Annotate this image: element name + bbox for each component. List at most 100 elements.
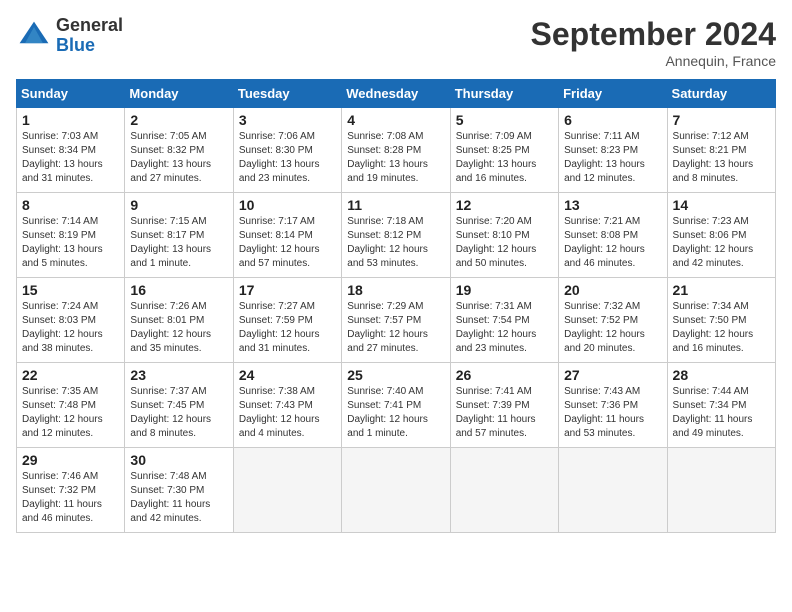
- day-number: 16: [130, 282, 227, 298]
- day-number: 5: [456, 112, 553, 128]
- col-thursday: Thursday: [450, 80, 558, 108]
- table-row: 1 Sunrise: 7:03 AMSunset: 8:34 PMDaylight…: [17, 108, 125, 193]
- table-row: [450, 448, 558, 533]
- logo-icon: [16, 18, 52, 54]
- logo-blue: Blue: [56, 36, 123, 56]
- day-number: 27: [564, 367, 661, 383]
- calendar-table: Sunday Monday Tuesday Wednesday Thursday…: [16, 79, 776, 533]
- location: Annequin, France: [531, 53, 776, 69]
- day-number: 29: [22, 452, 119, 468]
- day-number: 15: [22, 282, 119, 298]
- calendar-week-row: 1 Sunrise: 7:03 AMSunset: 8:34 PMDaylight…: [17, 108, 776, 193]
- calendar-week-row: 15Sunrise: 7:24 AMSunset: 8:03 PMDayligh…: [17, 278, 776, 363]
- col-friday: Friday: [559, 80, 667, 108]
- day-number: 17: [239, 282, 336, 298]
- calendar-week-row: 8 Sunrise: 7:14 AMSunset: 8:19 PMDaylight…: [17, 193, 776, 278]
- table-row: 10 Sunrise: 7:17 AMSunset: 8:14 PMDayligh…: [233, 193, 341, 278]
- table-row: 8 Sunrise: 7:14 AMSunset: 8:19 PMDaylight…: [17, 193, 125, 278]
- calendar-week-row: 29 Sunrise: 7:46 AMSunset: 7:32 PMDayligh…: [17, 448, 776, 533]
- day-number: 18: [347, 282, 444, 298]
- day-info: Sunrise: 7:09 AMSunset: 8:25 PMDaylight:…: [456, 130, 553, 186]
- day-info: Sunrise: 7:34 AMSunset: 7:50 PMDaylight:…: [673, 300, 770, 356]
- day-info: Sunrise: 7:27 AMSunset: 7:59 PMDaylight:…: [239, 300, 336, 356]
- table-row: [342, 448, 450, 533]
- day-number: 20: [564, 282, 661, 298]
- day-number: 2: [130, 112, 227, 128]
- page-header: General Blue September 2024 Annequin, Fr…: [16, 16, 776, 69]
- table-row: [233, 448, 341, 533]
- day-info: Sunrise: 7:41 AMSunset: 7:39 PMDaylight:…: [456, 385, 553, 441]
- day-number: 4: [347, 112, 444, 128]
- table-row: 5 Sunrise: 7:09 AMSunset: 8:25 PMDaylight…: [450, 108, 558, 193]
- day-number: 11: [347, 197, 444, 213]
- table-row: [667, 448, 775, 533]
- day-info: Sunrise: 7:37 AMSunset: 7:45 PMDaylight:…: [130, 385, 227, 441]
- table-row: 12 Sunrise: 7:20 AMSunset: 8:10 PMDayligh…: [450, 193, 558, 278]
- day-number: 22: [22, 367, 119, 383]
- day-info: Sunrise: 7:40 AMSunset: 7:41 PMDaylight:…: [347, 385, 444, 441]
- table-row: 20 Sunrise: 7:32 AMSunset: 7:52 PMDayligh…: [559, 278, 667, 363]
- day-number: 10: [239, 197, 336, 213]
- col-tuesday: Tuesday: [233, 80, 341, 108]
- day-info: Sunrise: 7:06 AMSunset: 8:30 PMDaylight:…: [239, 130, 336, 186]
- day-number: 14: [673, 197, 770, 213]
- day-info: Sunrise: 7:08 AMSunset: 8:28 PMDaylight:…: [347, 130, 444, 186]
- calendar-week-row: 22 Sunrise: 7:35 AMSunset: 7:48 PMDayligh…: [17, 363, 776, 448]
- day-number: 23: [130, 367, 227, 383]
- day-info: Sunrise: 7:15 AMSunset: 8:17 PMDaylight:…: [130, 215, 227, 271]
- table-row: 13 Sunrise: 7:21 AMSunset: 8:08 PMDayligh…: [559, 193, 667, 278]
- day-number: 24: [239, 367, 336, 383]
- col-sunday: Sunday: [17, 80, 125, 108]
- table-row: 23 Sunrise: 7:37 AMSunset: 7:45 PMDayligh…: [125, 363, 233, 448]
- table-row: 9Sunrise: 7:15 AMSunset: 8:17 PMDaylight…: [125, 193, 233, 278]
- table-row: 29 Sunrise: 7:46 AMSunset: 7:32 PMDayligh…: [17, 448, 125, 533]
- month-title: September 2024: [531, 16, 776, 53]
- day-number: 21: [673, 282, 770, 298]
- day-number: 3: [239, 112, 336, 128]
- day-number: 28: [673, 367, 770, 383]
- table-row: 15Sunrise: 7:24 AMSunset: 8:03 PMDayligh…: [17, 278, 125, 363]
- logo-text: General Blue: [56, 16, 123, 56]
- logo: General Blue: [16, 16, 123, 56]
- table-row: 30 Sunrise: 7:48 AMSunset: 7:30 PMDayligh…: [125, 448, 233, 533]
- day-info: Sunrise: 7:46 AMSunset: 7:32 PMDaylight:…: [22, 470, 119, 526]
- day-number: 12: [456, 197, 553, 213]
- table-row: 11Sunrise: 7:18 AMSunset: 8:12 PMDayligh…: [342, 193, 450, 278]
- day-info: Sunrise: 7:05 AMSunset: 8:32 PMDaylight:…: [130, 130, 227, 186]
- day-info: Sunrise: 7:21 AMSunset: 8:08 PMDaylight:…: [564, 215, 661, 271]
- day-number: 25: [347, 367, 444, 383]
- table-row: 22 Sunrise: 7:35 AMSunset: 7:48 PMDayligh…: [17, 363, 125, 448]
- col-monday: Monday: [125, 80, 233, 108]
- table-row: 4 Sunrise: 7:08 AMSunset: 8:28 PMDaylight…: [342, 108, 450, 193]
- day-info: Sunrise: 7:12 AMSunset: 8:21 PMDaylight:…: [673, 130, 770, 186]
- day-info: Sunrise: 7:35 AMSunset: 7:48 PMDaylight:…: [22, 385, 119, 441]
- day-info: Sunrise: 7:43 AMSunset: 7:36 PMDaylight:…: [564, 385, 661, 441]
- day-number: 30: [130, 452, 227, 468]
- table-row: 27 Sunrise: 7:43 AMSunset: 7:36 PMDayligh…: [559, 363, 667, 448]
- table-row: 21 Sunrise: 7:34 AMSunset: 7:50 PMDayligh…: [667, 278, 775, 363]
- day-info: Sunrise: 7:14 AMSunset: 8:19 PMDaylight:…: [22, 215, 119, 271]
- day-info: Sunrise: 7:32 AMSunset: 7:52 PMDaylight:…: [564, 300, 661, 356]
- day-number: 26: [456, 367, 553, 383]
- day-number: 19: [456, 282, 553, 298]
- table-row: 18Sunrise: 7:29 AMSunset: 7:57 PMDayligh…: [342, 278, 450, 363]
- day-number: 8: [22, 197, 119, 213]
- day-info: Sunrise: 7:20 AMSunset: 8:10 PMDaylight:…: [456, 215, 553, 271]
- table-row: 26 Sunrise: 7:41 AMSunset: 7:39 PMDayligh…: [450, 363, 558, 448]
- table-row: 28 Sunrise: 7:44 AMSunset: 7:34 PMDayligh…: [667, 363, 775, 448]
- day-info: Sunrise: 7:48 AMSunset: 7:30 PMDaylight:…: [130, 470, 227, 526]
- table-row: 24 Sunrise: 7:38 AMSunset: 7:43 PMDayligh…: [233, 363, 341, 448]
- day-number: 13: [564, 197, 661, 213]
- day-info: Sunrise: 7:11 AMSunset: 8:23 PMDaylight:…: [564, 130, 661, 186]
- day-info: Sunrise: 7:23 AMSunset: 8:06 PMDaylight:…: [673, 215, 770, 271]
- table-row: 14 Sunrise: 7:23 AMSunset: 8:06 PMDayligh…: [667, 193, 775, 278]
- day-number: 1: [22, 112, 119, 128]
- day-info: Sunrise: 7:17 AMSunset: 8:14 PMDaylight:…: [239, 215, 336, 271]
- day-info: Sunrise: 7:03 AMSunset: 8:34 PMDaylight:…: [22, 130, 119, 186]
- day-info: Sunrise: 7:44 AMSunset: 7:34 PMDaylight:…: [673, 385, 770, 441]
- table-row: 7Sunrise: 7:12 AMSunset: 8:21 PMDaylight…: [667, 108, 775, 193]
- table-row: 16Sunrise: 7:26 AMSunset: 8:01 PMDayligh…: [125, 278, 233, 363]
- table-row: 25 Sunrise: 7:40 AMSunset: 7:41 PMDayligh…: [342, 363, 450, 448]
- day-info: Sunrise: 7:38 AMSunset: 7:43 PMDaylight:…: [239, 385, 336, 441]
- calendar-header-row: Sunday Monday Tuesday Wednesday Thursday…: [17, 80, 776, 108]
